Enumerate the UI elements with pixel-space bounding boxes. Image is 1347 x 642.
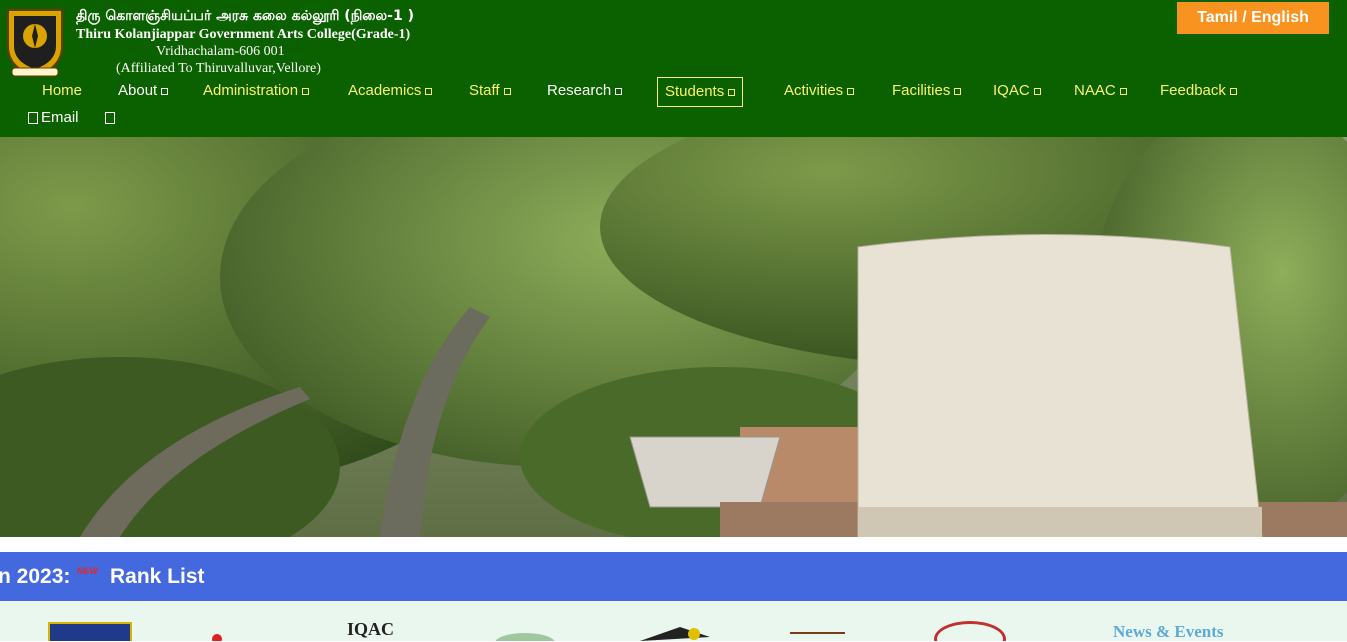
site-header: திரு கொளஞ்சியப்பர் அரசு கலை கல்லூரி (நில…	[0, 0, 1347, 137]
mail-icon	[28, 112, 38, 125]
nav-about[interactable]: About	[118, 81, 169, 101]
nav-academics[interactable]: Academics	[348, 81, 433, 101]
dropdown-icon	[1033, 87, 1041, 95]
green-emblem-icon[interactable]	[495, 633, 555, 641]
new-badge: NEW	[77, 566, 98, 576]
nav-research[interactable]: Research	[547, 81, 623, 101]
dropdown-icon	[847, 87, 855, 95]
dropdown-icon	[615, 87, 623, 95]
nav-students-label: Students	[665, 83, 725, 100]
red-emblem-icon[interactable]	[212, 634, 222, 641]
nav-administration[interactable]: Administration	[203, 81, 310, 101]
dropdown-icon	[1229, 87, 1237, 95]
ministry-logo-icon[interactable]	[790, 632, 845, 641]
nav-facilities[interactable]: Facilities	[892, 81, 962, 101]
graduation-cap-icon[interactable]	[620, 623, 715, 641]
nav-feedback-label: Feedback	[1160, 82, 1226, 99]
dropdown-icon	[1119, 87, 1127, 95]
iqac-link[interactable]: IQAC	[347, 619, 394, 640]
ticker-rank-list-link[interactable]: Rank List	[110, 565, 205, 589]
nav-academics-label: Academics	[348, 82, 422, 99]
nav-activities-label: Activities	[784, 82, 844, 99]
placeholder-icon	[105, 112, 115, 125]
nav-email-label: Email	[41, 109, 79, 126]
news-events-heading: News & Events	[1113, 622, 1224, 641]
college-logo[interactable]	[4, 6, 66, 78]
dropdown-icon	[503, 87, 511, 95]
nav-facilities-label: Facilities	[892, 82, 951, 99]
nav-naac[interactable]: NAAC	[1074, 81, 1127, 101]
nav-research-label: Research	[547, 82, 612, 99]
nav-students[interactable]: Students	[657, 77, 744, 107]
hero-banner	[0, 137, 1347, 537]
language-toggle-button[interactable]: Tamil / English	[1177, 2, 1329, 34]
college-location: Vridhachalam-606 001	[156, 44, 285, 59]
wheel-emblem-icon[interactable]	[934, 621, 1006, 641]
college-title-english: Thiru Kolanjiappar Government Arts Colle…	[76, 27, 411, 42]
nav-staff[interactable]: Staff	[469, 81, 511, 101]
nav-home-label: Home	[42, 82, 83, 99]
nav-staff-label: Staff	[469, 82, 500, 99]
nav-naac-label: NAAC	[1074, 82, 1116, 99]
nav-administration-label: Administration	[203, 82, 299, 99]
college-thumbnail-icon[interactable]	[48, 622, 132, 641]
nav-extra-icon[interactable]	[105, 108, 115, 128]
nav-iqac-label: IQAC	[993, 82, 1030, 99]
news-ticker[interactable]: n 2023: Rank List	[0, 552, 1347, 601]
nav-feedback[interactable]: Feedback	[1160, 81, 1237, 101]
nav-iqac[interactable]: IQAC	[993, 81, 1041, 101]
nav-email[interactable]: Email	[28, 108, 79, 128]
nav-about-label: About	[118, 82, 158, 99]
college-affiliation: (Affiliated To Thiruvalluvar,Vellore)	[116, 61, 321, 76]
dropdown-icon	[302, 87, 310, 95]
ticker-text-left: n 2023:	[0, 565, 71, 588]
dropdown-icon	[161, 87, 169, 95]
dropdown-icon	[425, 87, 433, 95]
dropdown-icon	[954, 87, 962, 95]
dropdown-icon	[728, 88, 736, 96]
nav-activities[interactable]: Activities	[784, 81, 855, 101]
college-title-tamil: திரு கொளஞ்சியப்பர் அரசு கலை கல்லூரி (நில…	[76, 8, 414, 24]
nav-home[interactable]: Home	[42, 81, 82, 101]
